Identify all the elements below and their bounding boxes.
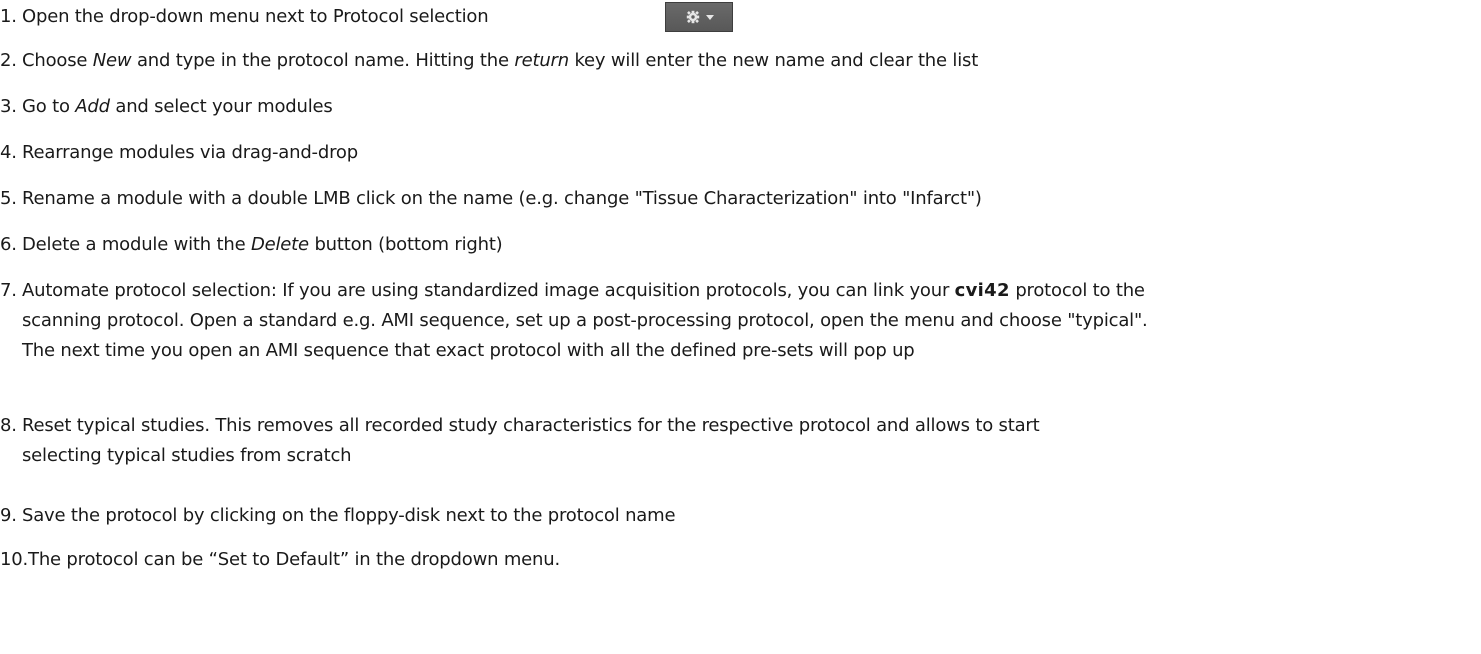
item-number: 5.: [0, 188, 17, 209]
list-item: 9. Save the protocol by clicking on the f…: [0, 501, 1470, 531]
item-number: 7.: [0, 280, 17, 301]
item-text-emphasis: return: [514, 50, 569, 71]
item-number: 9.: [0, 505, 17, 526]
item-text: Reset typical studies. This removes all …: [22, 415, 1040, 436]
item-number: 8.: [0, 415, 17, 436]
list-item: 3. Go to Add and select your modules: [0, 92, 1470, 122]
item-text: Save the protocol by clicking on the flo…: [22, 505, 676, 526]
item-number: 2.: [0, 50, 17, 71]
item-text-emphasis: Add: [75, 96, 110, 117]
item-text: Open the drop-down menu next to Protocol…: [22, 6, 489, 27]
item-text: and type in the protocol name. Hitting t…: [131, 50, 515, 71]
list-item: 10.The protocol can be “Set to Default” …: [0, 545, 1470, 575]
item-number: 6.: [0, 234, 17, 255]
list-item: 6. Delete a module with the Delete button…: [0, 230, 1470, 260]
item-text: Choose: [22, 50, 93, 71]
chevron-down-icon: [706, 15, 714, 20]
item-text-emphasis: Delete: [250, 234, 309, 255]
item-text: and select your modules: [109, 96, 333, 117]
item-number: 3.: [0, 96, 17, 117]
item-number: 4.: [0, 142, 17, 163]
item-text: Rearrange modules via drag-and-drop: [22, 142, 358, 163]
item-text: Go to: [22, 96, 76, 117]
list-item: 7. Automate protocol selection: If you ar…: [0, 276, 1470, 366]
item-text-continuation: scanning protocol. Open a standard e.g. …: [22, 310, 1148, 331]
gear-icon: [686, 10, 714, 24]
item-number: 10.: [0, 549, 29, 570]
item-text-continuation: The next time you open an AMI sequence t…: [22, 340, 915, 361]
item-text: key will enter the new name and clear th…: [568, 50, 979, 71]
item-text: Automate protocol selection: If you are …: [22, 280, 955, 301]
item-text: protocol to the: [1009, 280, 1145, 301]
list-item: 1. Open the drop-down menu next to Protoc…: [0, 2, 1470, 32]
list-item: 4. Rearrange modules via drag-and-drop: [0, 138, 1470, 168]
item-text: Delete a module with the: [22, 234, 251, 255]
list-item: 8. Reset typical studies. This removes al…: [0, 411, 1470, 471]
instruction-list: 1. Open the drop-down menu next to Protoc…: [0, 0, 1481, 654]
item-number: 1.: [0, 6, 17, 27]
item-text: Rename a module with a double LMB click …: [22, 188, 982, 209]
product-name: cvi42: [954, 280, 1010, 301]
item-text: button (bottom right): [308, 234, 503, 255]
item-text-emphasis: New: [92, 50, 132, 71]
settings-dropdown-button: [665, 2, 733, 32]
list-item: 2. Choose New and type in the protocol na…: [0, 46, 1470, 76]
item-text-continuation: selecting typical studies from scratch: [22, 445, 352, 466]
list-item: 5. Rename a module with a double LMB clic…: [0, 184, 1470, 214]
item-text: The protocol can be “Set to Default” in …: [28, 549, 560, 570]
